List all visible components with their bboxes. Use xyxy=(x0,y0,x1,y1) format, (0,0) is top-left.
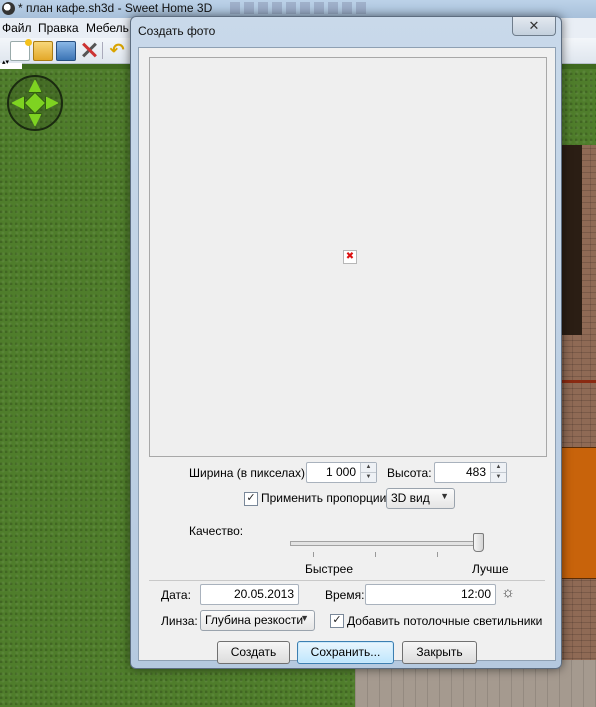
ceiling-lights-checkbox[interactable]: ✓ xyxy=(330,614,344,628)
undo-icon[interactable]: ↶ xyxy=(108,41,126,59)
dialog-title: Создать фото xyxy=(138,24,216,38)
broken-image-icon: ✖ xyxy=(343,250,357,264)
save-icon[interactable] xyxy=(56,41,76,61)
menu-furniture[interactable]: Мебель xyxy=(86,21,129,35)
lens-select[interactable]: Глубина резкости ▼ xyxy=(200,610,315,631)
app-title: * план кафе.sh3d - Sweet Home 3D xyxy=(18,1,213,15)
quality-max-label: Лучше xyxy=(472,562,509,576)
quality-label: Качество: xyxy=(189,524,244,538)
width-label: Ширина (в пикселах): xyxy=(189,466,309,480)
sun-icon[interactable]: ☼ xyxy=(500,585,516,601)
spin-down-icon[interactable]: ▼ xyxy=(491,472,506,482)
height-value[interactable]: 483 xyxy=(466,465,486,479)
chevron-down-icon: ▼ xyxy=(440,491,449,501)
height-label: Высота: xyxy=(387,466,432,480)
time-field[interactable]: 12:00 xyxy=(365,584,496,605)
slider-tick xyxy=(313,552,314,557)
height-spinner-buttons[interactable]: ▲ ▼ xyxy=(490,463,506,482)
dialog-content: ✖ Ширина (в пикселах): 1 000 ▲ ▼ Высота:… xyxy=(138,47,556,664)
new-file-icon[interactable] xyxy=(10,39,32,61)
spin-down-icon[interactable]: ▼ xyxy=(361,472,376,482)
ceiling-lights-label[interactable]: Добавить потолочные светильники xyxy=(347,614,542,628)
quality-min-label: Быстрее xyxy=(305,562,354,576)
menu-edit[interactable]: Правка xyxy=(38,21,79,35)
date-field[interactable]: 20.05.2013 xyxy=(200,584,299,605)
time-value[interactable]: 12:00 xyxy=(461,587,491,601)
proportions-checkbox[interactable]: ✓ xyxy=(244,492,258,506)
app-icon xyxy=(2,2,15,15)
proportions-select-value: 3D вид xyxy=(391,491,430,505)
building-dark-wall xyxy=(560,145,582,335)
quality-slider-track[interactable] xyxy=(290,541,480,546)
photo-preview: ✖ xyxy=(149,57,547,457)
spin-up-icon[interactable]: ▲ xyxy=(361,463,376,472)
proportions-label[interactable]: Применить пропорции: xyxy=(261,491,390,505)
date-label: Дата: xyxy=(161,588,191,602)
quality-slider-thumb[interactable] xyxy=(473,533,484,552)
chevron-down-icon: ▼ xyxy=(300,613,309,623)
lens-label: Линза: xyxy=(161,614,198,628)
close-icon[interactable]: ✕ xyxy=(512,17,556,36)
preferences-icon[interactable] xyxy=(80,41,98,59)
menu-file[interactable]: Файл xyxy=(2,21,32,35)
spin-up-icon[interactable]: ▲ xyxy=(491,463,506,472)
open-folder-icon[interactable] xyxy=(33,41,53,61)
navigation-arrows[interactable] xyxy=(7,75,63,131)
width-value[interactable]: 1 000 xyxy=(326,465,356,479)
lens-select-value: Глубина резкости xyxy=(205,613,304,627)
arrow-down-icon[interactable] xyxy=(28,113,42,127)
width-spinner[interactable]: 1 000 ▲ ▼ xyxy=(306,462,377,483)
navigation-center-icon xyxy=(23,91,47,115)
save-button[interactable]: Сохранить... xyxy=(297,641,394,664)
create-button[interactable]: Создать xyxy=(217,641,290,664)
slider-tick xyxy=(437,552,438,557)
slider-tick xyxy=(375,552,376,557)
divider xyxy=(149,580,545,581)
height-spinner[interactable]: 483 ▲ ▼ xyxy=(434,462,507,483)
building-orange-panel xyxy=(560,447,596,579)
width-spinner-buttons[interactable]: ▲ ▼ xyxy=(360,463,376,482)
date-value[interactable]: 20.05.2013 xyxy=(234,587,294,601)
proportions-select[interactable]: 3D вид ▼ xyxy=(386,488,455,509)
arrow-right-icon[interactable] xyxy=(45,96,59,110)
toolbar-separator xyxy=(102,42,103,59)
close-button[interactable]: Закрыть xyxy=(402,641,477,664)
create-photo-dialog: Создать фото ✕ ✖ Ширина (в пикселах): 1 … xyxy=(130,16,562,669)
blurred-window-title xyxy=(230,2,370,14)
time-label: Время: xyxy=(325,588,365,602)
